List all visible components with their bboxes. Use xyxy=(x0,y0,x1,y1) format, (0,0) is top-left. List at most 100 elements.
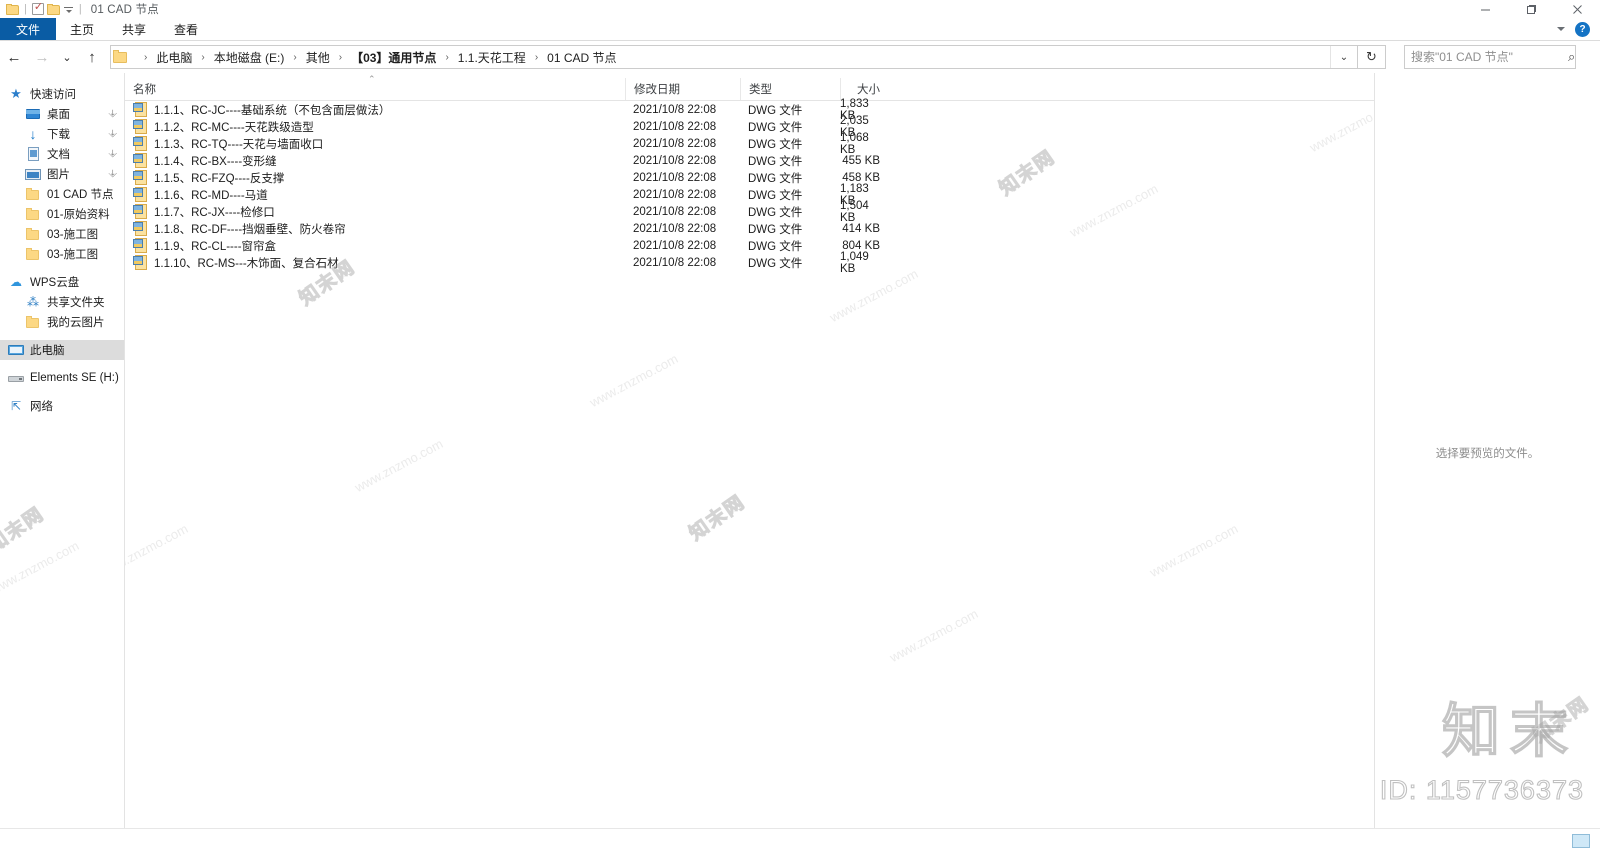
table-row[interactable]: 1.1.6、RC-MD----马道 2021/10/8 22:08 DWG 文件 1,… xyxy=(125,183,1374,207)
sidebar-list: ★ 快速访问 桌面 ⇲ ↓ 下载 ⇲ 文档 ⇲ 图片 ⇲ 01 CAD 节点 01-原始资料 03-施工图… xyxy=(0,84,124,416)
table-row[interactable]: 1.1.5、RC-FZQ----反支撑 2021/10/8 22:08 DWG 文件… xyxy=(125,169,1374,186)
sidebar-item-8[interactable]: 03-施工图 xyxy=(0,244,124,264)
sidebar-item-label: 我的云图片 xyxy=(47,317,105,329)
table-row[interactable]: 1.1.10、RC-MS---木饰面、复合石材 2021/10/8 22:08 DW… xyxy=(125,251,1374,275)
tab-home[interactable]: 主页 xyxy=(56,18,108,40)
sidebar-item-1[interactable]: 桌面 ⇲ xyxy=(0,104,124,124)
pictures-icon xyxy=(25,166,41,182)
file-date-cell: 2021/10/8 22:08 xyxy=(633,171,717,184)
table-row[interactable]: 1.1.9、RC-CL----窗帘盒 2021/10/8 22:08 DWG 文件 8… xyxy=(125,237,1374,254)
file-date-cell: 2021/10/8 22:08 xyxy=(633,205,717,218)
breadcrumb-item-3[interactable]: 【03】通用节点 xyxy=(349,49,438,66)
sidebar-item-11[interactable]: 我的云图片 xyxy=(0,312,124,332)
file-name-cell: 1.1.9、RC-CL----窗帘盒 xyxy=(125,237,625,254)
sidebar-item-0[interactable]: ★ 快速访问 xyxy=(0,84,124,104)
sidebar-item-label: WPS云盘 xyxy=(30,277,80,289)
details-view-icon[interactable] xyxy=(1572,833,1590,848)
sidebar-item-label: 文档 xyxy=(47,149,70,161)
file-date-cell: 2021/10/8 22:08 xyxy=(633,103,717,116)
properties-icon[interactable] xyxy=(31,1,44,15)
search-box[interactable]: ⌕ xyxy=(1404,45,1576,69)
file-type-cell: DWG 文件 xyxy=(748,189,803,202)
sidebar-item-3[interactable]: 文档 ⇲ xyxy=(0,144,124,164)
ribbon-right-controls: ? xyxy=(1557,18,1600,40)
column-header-name[interactable]: 名称 ⌃ xyxy=(125,74,625,100)
column-header-date[interactable]: 修改日期 xyxy=(625,78,740,100)
new-folder-icon[interactable] xyxy=(46,3,60,15)
tab-file[interactable]: 文件 xyxy=(0,18,57,40)
breadcrumb-item-1[interactable]: 本地磁盘 (E:) xyxy=(212,49,287,66)
up-button[interactable]: ↑ xyxy=(78,43,106,71)
watermark-site-7: www.znzmo.com xyxy=(887,605,981,666)
refresh-button[interactable]: ↻ xyxy=(1358,45,1386,69)
file-size-cell: 1,504 KB xyxy=(840,199,869,224)
address-bar-row: ← → ⌄ ↑ › 此电脑 › 本地磁盘 (E:) › 其他 › 【03】通用节… xyxy=(0,41,1600,73)
watermark-site-2: www.znzmo.com xyxy=(352,435,446,496)
watermark-brand-logo: 知末 xyxy=(1441,698,1578,764)
sidebar-item-10[interactable]: ⁂ 共享文件夹 xyxy=(0,292,124,312)
table-row[interactable]: 1.1.2、RC-MC----天花跌级造型 2021/10/8 22:08 DWG … xyxy=(125,115,1374,139)
file-name-label: 1.1.4、RC-BX----变形缝 xyxy=(154,155,277,168)
file-name-cell: 1.1.5、RC-FZQ----反支撑 xyxy=(125,169,625,186)
search-icon[interactable]: ⌕ xyxy=(1568,49,1575,65)
sidebar-item-9[interactable]: ☁ WPS云盘 xyxy=(0,272,124,292)
sidebar-item-12[interactable]: 此电脑 xyxy=(0,340,124,360)
close-icon[interactable] xyxy=(1554,0,1600,18)
dwg-file-icon xyxy=(133,119,148,134)
sidebar-item-5[interactable]: 01 CAD 节点 xyxy=(0,184,124,204)
customize-dropdown-icon[interactable] xyxy=(63,4,74,15)
address-bar[interactable]: › 此电脑 › 本地磁盘 (E:) › 其他 › 【03】通用节点 › 1.1.… xyxy=(110,45,1358,69)
sidebar-item-13[interactable]: Elements SE (H:) xyxy=(0,368,124,388)
sidebar-item-4[interactable]: 图片 ⇲ xyxy=(0,164,124,184)
table-row[interactable]: 1.1.8、RC-DF----挡烟垂壁、防火卷帘 2021/10/8 22:08 D… xyxy=(125,220,1374,237)
sidebar-item-2[interactable]: ↓ 下载 ⇲ xyxy=(0,124,124,144)
sidebar-item-label: 快速访问 xyxy=(30,89,76,101)
watermark-site-1: www.znzmo.com xyxy=(125,520,191,581)
tab-share[interactable]: 共享 xyxy=(108,18,160,40)
pin-icon[interactable]: ⇲ xyxy=(107,168,118,179)
watermark-id: ID: 1157736373 xyxy=(1379,774,1584,805)
pin-icon[interactable]: ⇲ xyxy=(107,108,118,119)
download-icon: ↓ xyxy=(29,126,37,142)
sidebar-item-label: 图片 xyxy=(47,169,70,181)
sidebar-item-label: 01 CAD 节点 xyxy=(47,189,114,201)
dwg-file-icon xyxy=(133,187,148,202)
search-input[interactable] xyxy=(1405,49,1568,65)
dwg-file-icon xyxy=(133,153,148,168)
table-row[interactable]: 1.1.1、RC-JC----基础系统（不包含面层做法） 2021/10/8 22… xyxy=(125,98,1374,122)
breadcrumb-item-4[interactable]: 1.1.天花工程 xyxy=(456,49,528,66)
back-button[interactable]: ← xyxy=(0,43,28,71)
file-type-cell: DWG 文件 xyxy=(748,206,803,219)
minimize-icon[interactable] xyxy=(1462,0,1508,18)
recent-locations-button[interactable]: ⌄ xyxy=(56,43,78,71)
column-headers: 名称 ⌃ 修改日期 类型 大小 xyxy=(125,74,1374,101)
pin-icon[interactable]: ⇲ xyxy=(107,128,118,139)
window-controls xyxy=(1462,0,1600,18)
maximize-icon[interactable] xyxy=(1508,0,1554,18)
breadcrumb-item-2[interactable]: 其他 xyxy=(304,49,332,66)
folder-icon xyxy=(25,314,41,330)
tab-view[interactable]: 查看 xyxy=(160,18,212,40)
breadcrumb-separator-5: › xyxy=(534,51,539,63)
breadcrumb-item-0[interactable]: 此电脑 xyxy=(154,49,194,66)
breadcrumb-separator-3: › xyxy=(338,51,343,63)
table-row[interactable]: 1.1.7、RC-JX----检修口 2021/10/8 22:08 DWG 文件 1… xyxy=(125,199,1374,224)
sidebar-item-7[interactable]: 03-施工图 xyxy=(0,224,124,244)
table-row[interactable]: 1.1.4、RC-BX----变形缝 2021/10/8 22:08 DWG 文件 4… xyxy=(125,152,1374,169)
table-row[interactable]: 1.1.3、RC-TQ----天花与墙面收口 2021/10/8 22:08 DWG… xyxy=(125,132,1374,156)
dwg-file-icon xyxy=(133,221,148,236)
sidebar-item-label: Elements SE (H:) xyxy=(30,372,119,384)
column-header-type[interactable]: 类型 xyxy=(740,78,840,100)
pin-icon[interactable]: ⇲ xyxy=(107,148,118,159)
breadcrumb-item-5[interactable]: 01 CAD 节点 xyxy=(545,49,618,66)
dwg-file-icon xyxy=(133,102,148,117)
sidebar-item-6[interactable]: 01-原始资料 xyxy=(0,204,124,224)
address-dropdown-chevron-down-icon[interactable]: ⌄ xyxy=(1330,46,1357,68)
help-icon[interactable]: ? xyxy=(1575,21,1590,37)
folder-icon[interactable] xyxy=(6,3,19,15)
expand-ribbon-chevron-down-icon[interactable] xyxy=(1557,27,1565,31)
sidebar-item-14[interactable]: ⇱ 网络 xyxy=(0,396,124,416)
file-date-cell: 2021/10/8 22:08 xyxy=(633,154,717,167)
forward-button[interactable]: → xyxy=(28,43,56,71)
